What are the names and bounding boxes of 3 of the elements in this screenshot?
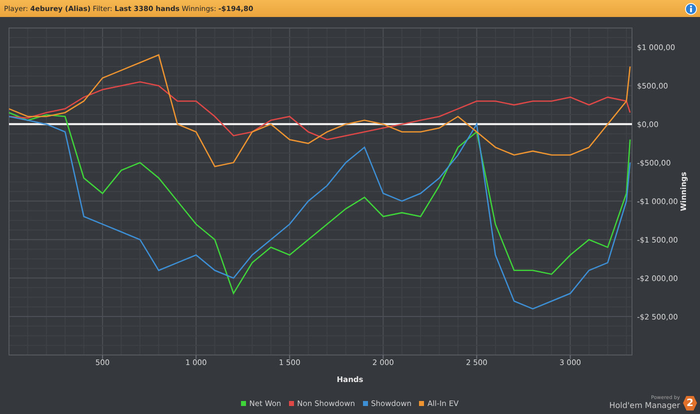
logo-badge: 2	[683, 396, 697, 410]
info-icon[interactable]	[685, 2, 697, 14]
product-name: Hold'em Manager	[609, 401, 680, 411]
